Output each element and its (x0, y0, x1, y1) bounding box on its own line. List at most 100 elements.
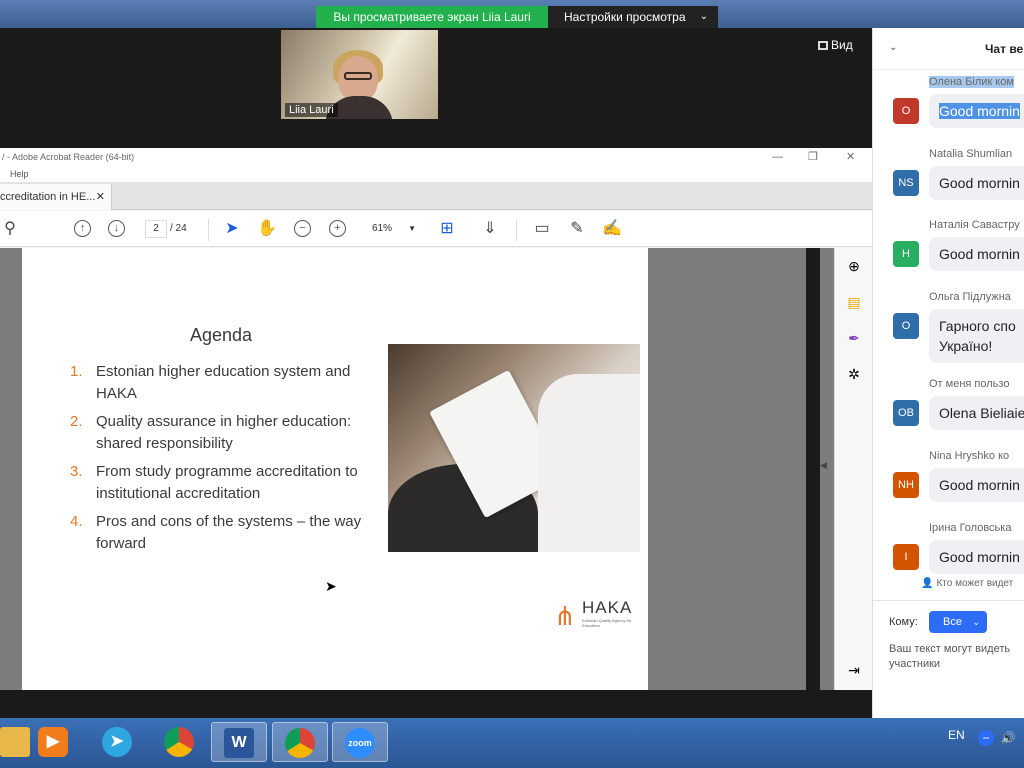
avatar: NS (893, 170, 919, 196)
agenda-item-text: Pros and cons of the systems – the way f… (96, 513, 362, 552)
play-icon: ▶ (38, 727, 68, 757)
message-bubble: Good mornin (929, 166, 1024, 200)
logo-subtitle: Estonian Quality Agency for Education (582, 618, 632, 628)
collapse-panel-icon[interactable]: ◀ (820, 460, 827, 471)
avatar: О (893, 313, 919, 339)
acrobat-titlebar: / - Adobe Acrobat Reader (64-bit) — ❐ ✕ (0, 148, 872, 166)
tab-close-icon[interactable]: ✕ (96, 184, 105, 210)
search-icon[interactable]: ⚲ (0, 219, 20, 239)
minimize-icon[interactable]: — (772, 148, 783, 166)
sign-icon[interactable]: ✍ (602, 219, 622, 239)
document-viewport[interactable]: Agenda 1. Estonian higher education syst… (0, 248, 834, 690)
avatar: NH (893, 472, 919, 498)
agenda-item: 1. Estonian higher education system and … (70, 361, 370, 405)
expand-panel-icon[interactable]: ⇥ (844, 660, 864, 680)
tools-icon[interactable]: ✲ (844, 364, 864, 384)
who-can-see[interactable]: 👤 Кто может видет (921, 578, 1013, 589)
telegram-icon: ➤ (102, 727, 132, 757)
comment-icon[interactable]: ▤ (844, 292, 864, 312)
chat-panel: ⌄ Чат ве Олена Білик ком О Good mornin N… (872, 28, 1024, 718)
recipient-dropdown[interactable]: Все ⌄ (929, 611, 987, 633)
highlight-pen-icon[interactable]: ✎ (567, 219, 587, 239)
message-bubble: Good mornin (929, 540, 1024, 574)
restore-icon[interactable]: ❐ (808, 148, 818, 166)
avatar: І (893, 544, 919, 570)
message-sender: Олена Білик ком (929, 76, 1014, 88)
close-icon[interactable]: ✕ (846, 148, 855, 166)
scroll-mode-icon[interactable]: ⇓ (480, 219, 500, 239)
comment-icon[interactable]: ▭ (532, 219, 552, 239)
divider (873, 600, 1024, 601)
chrome-icon (164, 727, 194, 757)
agenda-item-text: Quality assurance in higher education: s… (96, 413, 352, 452)
agenda-item-number: 4. (70, 513, 83, 530)
previous-page-icon[interactable]: ↑ (74, 220, 91, 237)
chevron-down-icon[interactable]: ⌄ (889, 42, 897, 53)
view-settings-label: Настройки просмотра (564, 10, 686, 24)
agenda-item: 3. From study programme accreditation to… (70, 461, 370, 505)
word-icon: W (224, 728, 254, 758)
volume-icon[interactable]: 🔊 (1000, 730, 1016, 746)
chrome-icon (285, 728, 315, 758)
document-tab-label: ccreditation in HE... (0, 191, 96, 203)
taskbar-media-player[interactable]: ▶ (26, 722, 82, 762)
zoom-in-icon[interactable]: + (329, 220, 346, 237)
message-bubble: Olena Bieliaie (929, 396, 1024, 430)
message-sender: Nina Hryshko ко (929, 450, 1010, 462)
page-number-input[interactable]: 2 (145, 220, 167, 238)
chat-input-hint[interactable]: Ваш текст могут видеть участники (889, 642, 1024, 672)
video-person-glasses (344, 72, 372, 80)
view-settings-dropdown[interactable]: Настройки просмотра ⌄ (548, 6, 718, 28)
document-tab[interactable]: ccreditation in HE... ✕ (0, 184, 112, 210)
taskbar-chrome[interactable] (152, 722, 208, 762)
participant-name: Liia Lauri (285, 103, 338, 117)
select-cursor-icon[interactable]: ➤ (222, 219, 242, 239)
chat-title: Чат ве (985, 42, 1024, 56)
hand-tool-icon[interactable]: ✋ (257, 219, 277, 239)
zoom-out-icon[interactable]: − (294, 220, 311, 237)
view-button-label: Вид (831, 38, 853, 52)
grid-icon (818, 41, 828, 50)
menu-help[interactable]: Help (10, 169, 29, 179)
view-button[interactable]: Вид (818, 38, 853, 52)
slide-title: Agenda (190, 325, 253, 345)
zoom-search-icon[interactable]: ⊕ (844, 256, 864, 276)
agenda-item-text: Estonian higher education system and HAK… (96, 363, 351, 402)
message-sender: От меня пользо (929, 378, 1010, 390)
taskbar-word[interactable]: W (211, 722, 267, 762)
screen-share-banner: Вы просматриваете экран Liia Lauri (316, 6, 548, 28)
page-edge (806, 248, 820, 690)
message-bubble: Good mornin (929, 94, 1024, 128)
acrobat-tabbar: ccreditation in HE... ✕ (0, 182, 872, 210)
acrobat-menubar: Help (0, 166, 872, 182)
taskbar-chrome-profile[interactable] (272, 722, 328, 762)
chat-header: ⌄ Чат ве (873, 28, 1024, 70)
agenda-item-text: From study programme accreditation to in… (96, 463, 358, 502)
network-icon[interactable]: − (978, 730, 994, 746)
fill-sign-icon[interactable]: ✒ (844, 328, 864, 348)
zoom-level-value: 61% (372, 223, 393, 234)
message-sender: Ольга Підлужна (929, 291, 1011, 303)
mouse-pointer-icon: ➤ (325, 578, 337, 594)
next-page-icon[interactable]: ↓ (108, 220, 125, 237)
message-bubble: Good mornin (929, 237, 1024, 271)
chevron-down-icon: ▼ (408, 224, 416, 233)
agenda-item: 4. Pros and cons of the systems – the wa… (70, 511, 370, 555)
zoom-level-dropdown[interactable]: 61% ▼ (364, 220, 420, 238)
message-sender: Natalia Shumlian (929, 148, 1013, 160)
page-total: / 24 (170, 223, 187, 234)
taskbar-zoom[interactable]: zoom (332, 722, 388, 762)
logo-name: HAKA (582, 598, 633, 617)
agenda-item-number: 3. (70, 463, 83, 480)
taskbar-telegram[interactable]: ➤ (90, 722, 146, 762)
participant-video-tile[interactable]: Liia Lauri (281, 30, 438, 119)
message-text: Good mornin (939, 103, 1020, 119)
zoom-icon: zoom (345, 728, 375, 758)
recipient-value: Все (943, 616, 962, 628)
message-bubble: Гарного спо Україно! (929, 309, 1024, 363)
chevron-down-icon: ⌄ (699, 11, 708, 22)
windows-taskbar: ▶ ➤ W zoom EN − 🔊 (0, 718, 1024, 768)
right-tools-panel: ⊕ ▤ ✒ ✲ ⇥ (834, 248, 872, 690)
fit-page-icon[interactable]: ⊞ (437, 219, 457, 239)
language-indicator[interactable]: EN (948, 728, 965, 742)
